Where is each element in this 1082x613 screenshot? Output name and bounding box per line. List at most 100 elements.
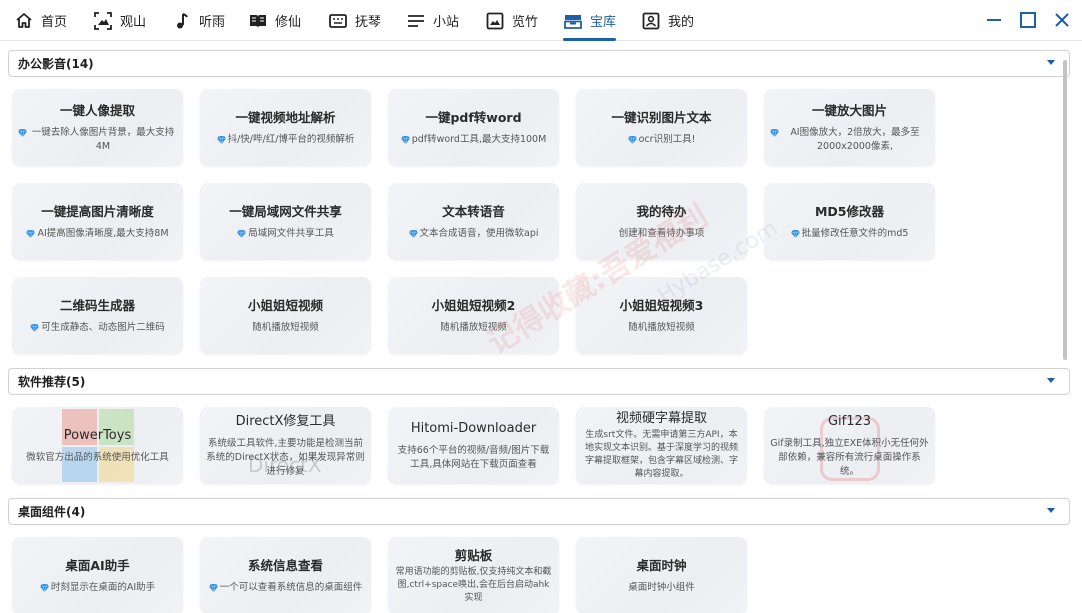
nav-tab-tingyu[interactable]: 听雨 [172,0,225,41]
tool-card[interactable]: 小姐姐短视频3 随机播放短视频 [576,277,747,354]
diamond-icon [408,229,418,238]
card-description: AI图像放大，2倍放大，最多至2000x2000像素, [770,126,929,154]
diamond-icon [30,323,40,332]
chevron-down-icon [1047,60,1055,65]
card-description-text: Gif录制工具,独立EXE体积小无任何外部依赖，兼容所有流行桌面操作系统。 [770,437,929,477]
card-description: 生成srt文件。无需申请第三方API，本地实现文本识别。基于深度学习的视频字幕提… [582,429,741,481]
tool-card[interactable]: 剪贴板常用语功能的剪贴板,仅支持纯文本和截图,ctrl+space唤出,会在后台… [388,537,559,613]
card-description-text: AI图像放大，2倍放大，最多至2000x2000像素, [790,126,920,152]
card-description-text: 随机播放短视频 [252,321,319,333]
tool-card[interactable]: 小姐姐短视频2 随机播放短视频 [388,277,559,354]
treasure-box-icon [564,14,582,29]
tool-card[interactable]: 一键局域网文件共享 局域网文件共享工具 [200,183,371,260]
card-description: Gif录制工具,独立EXE体积小无任何外部依赖，兼容所有流行桌面操作系统。 [770,437,929,479]
card-description: 一个可以查看系统信息的桌面组件 [208,581,362,595]
tool-card[interactable]: 桌面时钟 桌面时钟小组件 [576,537,747,613]
card-description: 随机播放短视频 [628,321,695,335]
section-header-office-media[interactable]: 办公影音(14) [8,50,1070,77]
minimize-button[interactable] [982,8,1006,32]
minimize-icon [987,19,1001,21]
card-title: 一键视频地址解析 [235,109,336,125]
card-description: pdf转word工具,最大支持100M [400,133,547,147]
nav-tab-label: 听雨 [199,15,226,30]
card-description-text: AI提高图像清晰度,最大支持8M [37,227,169,239]
card-description: 一键去除人像图片背景，最大支持4M [18,126,177,154]
diamond-icon [26,229,36,238]
card-title: Gif123 [827,413,872,429]
diamond-icon [627,135,637,144]
card-description: 常用语功能的剪贴板,仅支持纯文本和截图,ctrl+space唤出,会在后台启动a… [394,566,553,605]
card-title: 视频硬字幕提取 [615,411,707,426]
card-description-text: 局域网文件共享工具 [248,227,334,239]
card-description: 时刻显示在桌面的AI助手 [39,581,156,595]
maximize-button[interactable] [1016,8,1040,32]
tool-card[interactable]: Hitomi-Downloader 支持66个平台的视频/音频/图片下载工具,具体… [388,407,559,484]
tool-card[interactable]: 一键识别图片文本 ocr识别工具! [576,89,747,166]
card-description: 局域网文件共享工具 [237,227,334,241]
maximize-icon [1020,12,1036,28]
card-description: ocr识别工具! [627,133,696,147]
card-description: 系统级工具软件,主要功能是检测当前系统的DirectX状态，如果发现异常则进行修… [206,437,365,479]
tool-card[interactable]: 系统信息查看 一个可以查看系统信息的桌面组件 [200,537,371,613]
card-description-text: 创建和查看待办事项 [618,227,705,239]
card-description-text: 常用语功能的剪贴板,仅支持纯文本和截图,ctrl+space唤出,会在后台启动a… [395,566,552,603]
card-description: 可生成静态、动态图片二维码 [30,321,165,335]
card-title: 桌面AI助手 [65,557,130,573]
tool-card[interactable]: 文本转语音 文本合成语音，使用微软api [388,183,559,260]
tool-card[interactable]: 视频硬字幕提取生成srt文件。无需申请第三方API，本地实现文本识别。基于深度学… [576,407,747,484]
card-title: 桌面时钟 [636,557,687,573]
nav-tab-lanzhu[interactable]: 览竹 [485,0,538,41]
tool-card[interactable]: 二维码生成器 可生成静态、动态图片二维码 [12,277,183,354]
nav-tab-home[interactable]: 首页 [14,0,67,41]
section-header-software-recommend[interactable]: 软件推荐(5) [8,368,1070,395]
card-description-text: pdf转word工具,最大支持100M [411,133,547,145]
section-title: 软件推荐(5) [18,375,86,389]
card-description-text: 文本合成语音，使用微软api [419,227,539,239]
card-title: Hitomi-Downloader [410,420,537,436]
tool-card[interactable]: 一键提高图片清晰度 AI提高图像清晰度,最大支持8M [12,183,183,260]
nav-tab-guanshan[interactable]: 观山 [93,0,146,41]
vertical-scrollbar[interactable] [1063,60,1067,360]
nav-tab-xiaozhan[interactable]: 小站 [406,0,459,41]
card-title: 一键识别图片文本 [611,109,712,125]
profile-card-icon [642,12,660,29]
tool-card[interactable]: PowerToys 微软官方出品的系统使用优化工具 [12,407,183,484]
tool-card[interactable]: 一键pdf转word pdf转word工具,最大支持100M [388,89,559,166]
section-header-desktop-widgets[interactable]: 桌面组件(4) [8,498,1070,525]
tool-card[interactable]: 小姐姐短视频 随机播放短视频 [200,277,371,354]
tool-card[interactable]: 一键视频地址解析抖/快/哔/红/博平台的视频解析 [200,89,371,166]
tool-card[interactable]: 桌面AI助手时刻显示在桌面的AI助手 [12,537,183,613]
card-description-text: 抖/快/哔/红/博平台的视频解析 [227,133,355,145]
card-description-text: 微软官方出品的系统使用优化工具 [26,451,169,463]
nav-tab-xiuxian[interactable]: 修仙 [248,0,301,41]
section-title: 桌面组件(4) [18,505,86,519]
card-title: 小姐姐短视频3 [619,297,704,313]
tool-card[interactable]: 一键人像提取一键去除人像图片背景，最大支持4M [12,89,183,166]
tool-card[interactable]: 一键放大图片 AI图像放大，2倍放大，最多至2000x2000像素, [764,89,935,166]
card-description-text: 时刻显示在桌面的AI助手 [50,581,156,593]
nav-tab-baoku[interactable]: 宝库 [563,0,617,41]
card-title: 一键人像提取 [59,102,135,118]
card-description: 抖/快/哔/红/博平台的视频解析 [216,133,355,147]
card-description-text: ocr识别工具! [638,133,696,145]
tool-card[interactable]: Gif123 Gif录制工具,独立EXE体积小无任何外部依赖，兼容所有流行桌面操作… [764,407,935,484]
close-icon [1055,13,1069,27]
card-title: 一键放大图片 [811,102,887,118]
nav-tab-label: 修仙 [275,15,302,30]
diamond-icon [790,229,800,238]
card-description: AI提高图像清晰度,最大支持8M [26,227,169,241]
nav-tab-wode[interactable]: 我的 [641,0,694,41]
card-title: 一键提高图片清晰度 [41,203,154,219]
tool-card[interactable]: 我的待办 创建和查看待办事项 [576,183,747,260]
card-title: 剪贴板 [454,547,493,563]
tool-card[interactable]: MD5修改器 批量修改任意文件的md5 [764,183,935,260]
diamond-icon [216,135,226,144]
nav-tab-label: 首页 [41,15,68,30]
nav-tab-fuqin[interactable]: 抚琴 [328,0,381,41]
close-button[interactable] [1050,8,1074,32]
mountain-view-icon [94,11,112,30]
nav-tab-label: 抚琴 [355,15,382,30]
card-description: 微软官方出品的系统使用优化工具 [26,451,169,465]
card-title: PowerToys [63,427,132,443]
tool-card[interactable]: DirectX DirectX修复工具 系统级工具软件,主要功能是检测当前系统的Di… [200,407,371,484]
